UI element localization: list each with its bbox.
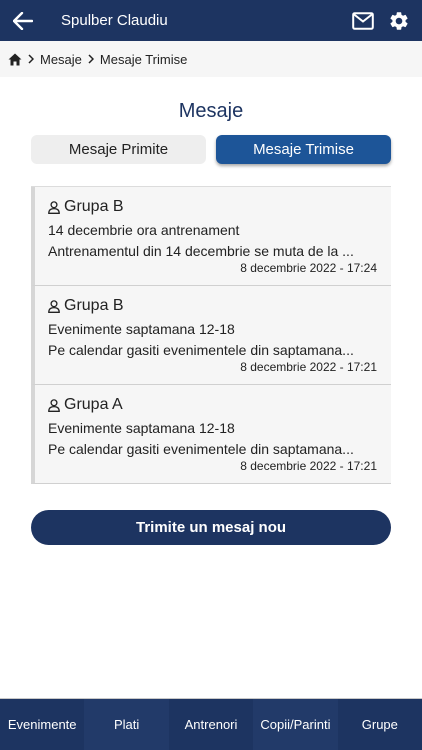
nav-antrenori[interactable]: Antrenori [169,699,253,750]
message-date: 8 decembrie 2022 - 17:24 [240,261,377,275]
chevron-right-icon [88,54,94,64]
breadcrumb-home[interactable] [8,53,22,66]
message-subject: Evenimente saptamana 12-18 [48,420,235,436]
new-message-button[interactable]: Trimite un mesaj nou [31,510,391,545]
back-button[interactable] [10,8,36,34]
nav-evenimente[interactable]: Evenimente [0,699,84,750]
message-group: Grupa B [48,197,377,217]
home-icon [8,53,22,65]
message-date: 8 decembrie 2022 - 17:21 [240,360,377,374]
message-item[interactable]: Grupa B Evenimente saptamana 12-18 Pe ca… [31,286,391,385]
top-app-bar: Spulber Claudiu [0,0,422,41]
tab-mesaje-trimise[interactable]: Mesaje Trimise [216,135,391,164]
message-group-label: Grupa B [64,297,124,314]
message-group: Grupa A [48,395,377,415]
page-title: Mesaje [178,100,244,122]
message-subject: Evenimente saptamana 12-18 [48,321,235,337]
message-preview: Antrenamentul din 14 decembrie se muta d… [48,243,354,259]
breadcrumb: Mesaje Mesaje Trimise [0,41,422,77]
user-name: Spulber Claudiu [61,12,168,29]
message-preview: Pe calendar gasiti evenimentele din sapt… [48,342,354,358]
nav-plati[interactable]: Plati [84,699,169,750]
tab-mesaje-primite[interactable]: Mesaje Primite [31,135,206,164]
message-group-label: Grupa B [64,198,124,215]
mail-icon [352,12,374,30]
message-item[interactable]: Grupa A Evenimente saptamana 12-18 Pe ca… [31,385,391,484]
nav-copii-parinti[interactable]: Copii/Parinti [253,699,338,750]
arrow-left-icon [13,12,33,30]
message-subject: 14 decembrie ora antrenament [48,222,240,238]
chevron-right-icon [28,54,34,64]
mail-button[interactable] [350,9,376,33]
breadcrumb-mesaje[interactable]: Mesaje [40,52,82,67]
message-group: Grupa B [48,296,377,316]
message-group-label: Grupa A [64,396,123,413]
message-item[interactable]: Grupa B 14 decembrie ora antrenament Ant… [31,187,391,286]
person-icon [48,200,60,214]
message-date: 8 decembrie 2022 - 17:21 [240,459,377,473]
gear-icon [390,12,408,30]
person-icon [48,299,60,313]
settings-button[interactable] [386,8,412,34]
person-icon [48,398,60,412]
bottom-nav: Evenimente Plati Antrenori Copii/Parinti… [0,698,422,750]
breadcrumb-current: Mesaje Trimise [99,51,188,67]
message-preview: Pe calendar gasiti evenimentele din sapt… [48,441,354,457]
message-list: Grupa B 14 decembrie ora antrenament Ant… [31,186,391,484]
nav-grupe[interactable]: Grupe [338,699,422,750]
